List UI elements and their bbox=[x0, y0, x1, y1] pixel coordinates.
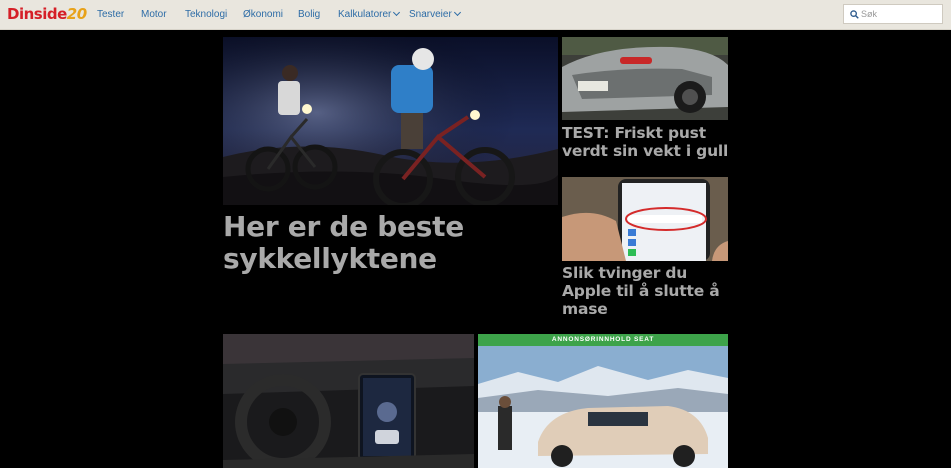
nav-item-teknologi[interactable]: Teknologi bbox=[185, 8, 227, 21]
search-input[interactable] bbox=[861, 7, 939, 21]
nav-item-snarveier[interactable]: Snarveier bbox=[409, 8, 461, 21]
nav-item-tester[interactable]: Tester bbox=[97, 8, 124, 21]
nav-item-motor[interactable]: Motor bbox=[141, 8, 167, 21]
article-main-headline[interactable]: Her er de beste sykkellyktene bbox=[223, 211, 553, 275]
sponsored-label: ANNONSØRINNHOLD SEAT bbox=[478, 334, 728, 346]
logo-text-din: Din bbox=[7, 5, 34, 23]
chevron-down-icon bbox=[393, 8, 401, 17]
article-bottom-left-image[interactable] bbox=[223, 334, 474, 468]
article-right-top-image[interactable] bbox=[562, 37, 728, 120]
nav-item-bolig[interactable]: Bolig bbox=[298, 8, 320, 21]
nav-item-okonomi[interactable]: Økonomi bbox=[243, 8, 283, 21]
logo-text-side: side bbox=[33, 5, 67, 23]
chevron-down-icon bbox=[453, 8, 461, 17]
article-ad-seat-image[interactable] bbox=[478, 346, 728, 468]
article-right-top-headline[interactable]: TEST: Friskt pust verdt sin vekt i gull bbox=[562, 124, 730, 160]
nav-item-kalkulatorer-label: Kalkulatorer bbox=[338, 9, 392, 20]
site-logo[interactable]: Dinside20 bbox=[7, 5, 87, 24]
article-right-middle-image[interactable] bbox=[562, 177, 728, 261]
logo-text-20: 20 bbox=[66, 5, 87, 23]
article-right-middle-headline[interactable]: Slik tvinger du Apple til å slutte å mas… bbox=[562, 264, 730, 318]
nav-item-kalkulatorer[interactable]: Kalkulatorer bbox=[338, 8, 401, 21]
nav-item-snarveier-label: Snarveier bbox=[409, 9, 452, 20]
top-nav-bar: Dinside20 Tester Motor Teknologi Økonomi… bbox=[0, 0, 951, 30]
search-icon[interactable] bbox=[850, 10, 859, 19]
search-box bbox=[843, 4, 943, 24]
article-main-image[interactable] bbox=[223, 37, 558, 205]
